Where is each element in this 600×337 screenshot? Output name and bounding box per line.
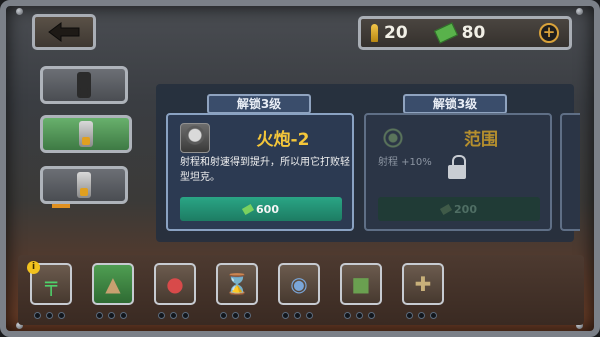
rivet bbox=[16, 8, 23, 15]
upgrade-card-range[interactable]: 范围 射程 +10% 200 bbox=[364, 113, 552, 231]
slot-level-dots bbox=[282, 312, 313, 319]
buy-button-disabled: 200 bbox=[378, 197, 540, 221]
price-label: 600 bbox=[256, 202, 279, 216]
info-badge: i bbox=[27, 261, 40, 274]
radar-icon: ◉ bbox=[290, 272, 308, 296]
category-tower-1[interactable] bbox=[40, 66, 128, 104]
upgrade-card-cannon[interactable]: 火炮-2 射程和射速得到提升，所以用它打败轻型坦克。 600 bbox=[166, 113, 354, 231]
slot-level-dots bbox=[220, 312, 251, 319]
ammo-count: 20 bbox=[384, 23, 408, 43]
slot-level-dots bbox=[34, 312, 65, 319]
rivet bbox=[576, 8, 583, 15]
plus-icon[interactable]: + bbox=[539, 23, 559, 43]
slot-level-dots bbox=[406, 312, 437, 319]
hourglass-icon: ⌛ bbox=[224, 272, 250, 296]
back-arrow-icon bbox=[48, 22, 80, 42]
card-title: 范围 bbox=[464, 130, 498, 150]
tower-icon bbox=[77, 72, 91, 98]
category-indicator bbox=[52, 204, 70, 208]
card-desc: 射程和射速得到提升，所以用它打败轻型坦克。 bbox=[180, 157, 350, 183]
next-card-peek bbox=[560, 113, 580, 231]
unlock-tag-2: 解锁3级 bbox=[403, 94, 507, 114]
rocket-launcher-icon: ● bbox=[166, 272, 184, 296]
tower-icon bbox=[79, 121, 93, 147]
mortar-icon: ▲ bbox=[105, 272, 121, 296]
cash-icon bbox=[241, 203, 255, 215]
slot-timer[interactable]: ⌛ bbox=[216, 263, 258, 305]
slot-mortar[interactable]: ▲ bbox=[92, 263, 134, 305]
bullet-icon bbox=[371, 24, 378, 42]
cash-count: 80 bbox=[461, 23, 486, 43]
cash-icon bbox=[433, 22, 458, 44]
mg-turret-icon: ╤ bbox=[44, 272, 58, 296]
cash-icon bbox=[439, 203, 453, 215]
slot-fuel[interactable]: ■ bbox=[340, 263, 382, 305]
slot-level-dots bbox=[96, 312, 127, 319]
unlock-tag-1: 解锁3级 bbox=[207, 94, 311, 114]
lock-icon bbox=[448, 155, 466, 179]
jerrycan-icon: ■ bbox=[351, 272, 371, 296]
category-tower-2[interactable] bbox=[40, 115, 132, 153]
medkit-icon: ✚ bbox=[414, 272, 432, 296]
price-label: 200 bbox=[454, 202, 477, 216]
resource-bar: 20 80 + bbox=[358, 16, 572, 50]
radar-icon bbox=[378, 123, 408, 153]
category-tower-3[interactable] bbox=[40, 166, 128, 204]
cannon-icon bbox=[180, 123, 210, 153]
back-button[interactable] bbox=[32, 14, 96, 50]
slot-rocket[interactable]: ● bbox=[154, 263, 196, 305]
card-title: 火炮-2 bbox=[256, 130, 310, 150]
slot-radar[interactable]: ◉ bbox=[278, 263, 320, 305]
slot-level-dots bbox=[344, 312, 375, 319]
tower-icon bbox=[77, 172, 91, 198]
slot-medkit[interactable]: ✚ bbox=[402, 263, 444, 305]
buy-button[interactable]: 600 bbox=[180, 197, 342, 221]
slot-level-dots bbox=[158, 312, 189, 319]
